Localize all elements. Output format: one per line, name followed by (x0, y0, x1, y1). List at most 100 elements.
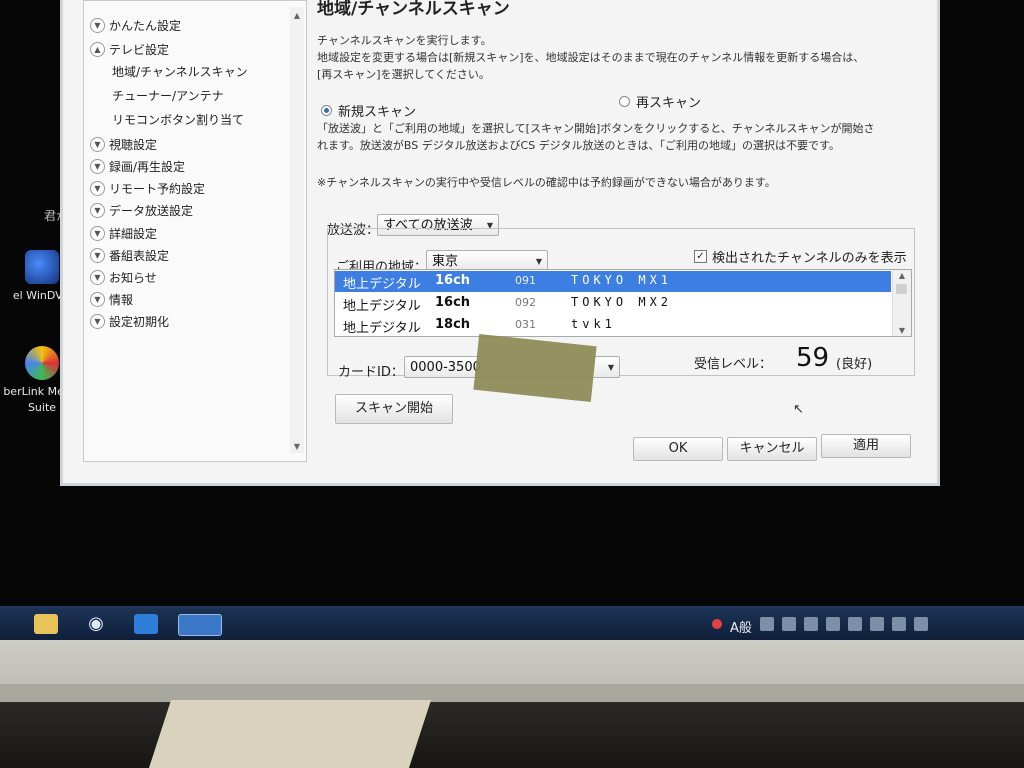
scan-group: ご利用の地域： 東京 ▼ ✓ 検出されたチャンネルのみを表示 地上デジタル 16… (327, 228, 915, 380)
reception-level-label: 受信レベル： (694, 357, 773, 372)
volume-icon[interactable] (869, 617, 884, 631)
chevron-down-icon: ▼ (90, 270, 105, 285)
sidebar-item-advanced[interactable]: ▼ 詳細設定 (90, 225, 157, 242)
sidebar-item-label: リモート予約設定 (109, 182, 206, 196)
taskbar: ◉ A般 (0, 606, 1024, 640)
network-icon[interactable] (847, 617, 862, 631)
channel-physical: 16ch (435, 295, 471, 310)
radio-label: 再スキャン (636, 96, 702, 111)
sidebar-item-remote-reservation[interactable]: ▼ リモート予約設定 (90, 180, 205, 197)
table-row[interactable]: 地上デジタル 16ch 091 TOKYO MX1 (335, 271, 891, 292)
sidebar-item-label: お知らせ (109, 271, 157, 285)
scroll-up-icon[interactable]: ▲ (893, 271, 911, 280)
sidebar-item-label: かんたん設定 (109, 19, 182, 33)
channel-physical: 18ch (435, 317, 471, 332)
tray-icon[interactable] (825, 617, 840, 631)
description-line: れます。放送波がBS デジタル放送およびCS デジタル放送のときは、「ご利用の地… (317, 139, 840, 152)
apply-button[interactable]: 適用 (821, 434, 911, 458)
media-suite-icon (25, 346, 59, 380)
chevron-down-icon: ▼ (90, 137, 105, 152)
chevron-down-icon: ▼ (90, 181, 105, 196)
sidebar-item-record-playback[interactable]: ▼ 録画/再生設定 (90, 158, 185, 175)
sidebar-item-notices[interactable]: ▼ お知らせ (90, 269, 157, 286)
taskbar-active-app-icon[interactable] (178, 614, 222, 636)
scroll-up-icon[interactable]: ▲ (290, 11, 304, 20)
region-select-value: 東京 (432, 254, 459, 269)
channel-type: 地上デジタル (343, 277, 421, 292)
chevron-down-icon: ▼ (90, 314, 105, 329)
channel-name: TOKYO MX2 (571, 295, 673, 309)
sidebar-item-viewing[interactable]: ▼ 視聴設定 (90, 136, 157, 153)
tray-icon[interactable] (759, 617, 774, 631)
sidebar-item-label: データ放送設定 (109, 204, 194, 218)
chevron-up-icon: ▲ (90, 42, 105, 57)
channel-list-scrollbar[interactable]: ▲ ▼ (892, 270, 911, 336)
tray-icon[interactable] (913, 617, 928, 631)
system-tray: A般 (712, 614, 928, 636)
cancel-button[interactable]: キャンセル (727, 437, 817, 461)
description-line: チャンネルスキャンを実行します。 (317, 34, 492, 47)
sidebar-subitem-channel-scan[interactable]: 地域/チャンネルスキャン (112, 63, 248, 80)
sidebar-scrollbar[interactable]: ▲ ▼ (290, 7, 304, 453)
radio-selected-icon (321, 105, 332, 116)
radio-rescan[interactable]: 再スキャン (619, 92, 701, 111)
monitor-frame (0, 640, 1024, 702)
channel-type: 地上デジタル (343, 321, 421, 336)
chevron-down-icon: ▼ (90, 248, 105, 263)
description-line: [再スキャン]を選択してください。 (317, 68, 490, 81)
taskbar-app-icon[interactable] (134, 614, 158, 634)
reception-level-status: (良好) (836, 357, 873, 372)
tray-icon[interactable] (803, 617, 818, 631)
channel-number: 091 (515, 274, 536, 287)
reception-level-value: 59 (796, 343, 830, 373)
chevron-down-icon: ▼ (90, 18, 105, 33)
ime-indicator[interactable]: A般 (730, 617, 752, 636)
folder-icon[interactable] (34, 614, 58, 634)
sidebar-subitem-remote-buttons[interactable]: リモコンボタン割り当て (112, 111, 244, 128)
chevron-down-icon: ▼ (90, 159, 105, 174)
sidebar-item-reset[interactable]: ▼ 設定初期化 (90, 313, 169, 330)
sidebar-item-tv-settings[interactable]: ▲ テレビ設定 (90, 41, 169, 58)
sidebar-item-easy-setup[interactable]: ▼ かんたん設定 (90, 17, 181, 34)
settings-window: ▼ かんたん設定 ▲ テレビ設定 地域/チャンネルスキャン チューナー/アンテナ リ… (60, 0, 940, 486)
description-broadcast: 「放送波」と「ご利用の地域」を選択して[スキャン開始]ボタンをクリックすると、チ… (317, 120, 927, 154)
eye-icon[interactable]: ◉ (84, 614, 108, 634)
table-row[interactable]: 地上デジタル 16ch 092 TOKYO MX2 (335, 293, 891, 314)
chevron-down-icon: ▼ (90, 203, 105, 218)
sidebar-item-data-broadcast[interactable]: ▼ データ放送設定 (90, 202, 193, 219)
channel-list: 地上デジタル 16ch 091 TOKYO MX1 地上デジタル 16ch 09… (334, 269, 912, 337)
description-scan: チャンネルスキャンを実行します。 地域設定を変更する場合は[新規スキャン]を、地… (317, 32, 927, 83)
scroll-down-icon[interactable]: ▼ (290, 442, 304, 451)
channel-number: 031 (515, 318, 536, 331)
help-icon[interactable] (781, 617, 796, 631)
ok-button[interactable]: OK (633, 437, 723, 461)
scroll-thumb[interactable] (896, 284, 907, 294)
scroll-down-icon[interactable]: ▼ (893, 326, 911, 335)
record-indicator-icon[interactable] (712, 619, 722, 629)
settings-sidebar: ▼ かんたん設定 ▲ テレビ設定 地域/チャンネルスキャン チューナー/アンテナ リ… (83, 0, 307, 462)
sidebar-item-label: 視聴設定 (109, 138, 158, 152)
sidebar-item-epg[interactable]: ▼ 番組表設定 (90, 247, 169, 264)
channel-name: tvk1 (571, 317, 616, 331)
radio-new-scan[interactable]: 新規スキャン (321, 101, 416, 120)
table-row[interactable]: 地上デジタル 18ch 031 tvk1 (335, 315, 891, 336)
sidebar-subitem-tuner-antenna[interactable]: チューナー/アンテナ (112, 87, 224, 104)
dropdown-arrow-icon: ▼ (607, 363, 614, 372)
page-title: 地域/チャンネルスキャン (317, 0, 510, 19)
sidebar-item-label: 録画/再生設定 (109, 160, 186, 174)
radio-label: 新規スキャン (338, 105, 417, 120)
sidebar-item-label: 情報 (109, 293, 134, 307)
tray-icon[interactable] (891, 617, 906, 631)
windvd-icon (25, 250, 59, 284)
scan-start-button[interactable]: スキャン開始 (335, 394, 453, 424)
sidebar-item-info[interactable]: ▼ 情報 (90, 291, 133, 308)
channel-scan-panel: 地域/チャンネルスキャン チャンネルスキャンを実行します。 地域設定を変更する場… (317, 0, 933, 480)
description-line: 地域設定を変更する場合は[新規スキャン]を、地域設定はそのままで現在のチャンネル… (317, 51, 865, 64)
show-detected-checkbox[interactable]: ✓ 検出されたチャンネルのみを表示 (694, 247, 907, 266)
checkbox-label: 検出されたチャンネルのみを表示 (712, 251, 907, 266)
paper-on-desk (148, 700, 432, 768)
mouse-cursor-icon: ↖ (793, 402, 804, 417)
sidebar-item-label: 設定初期化 (109, 315, 170, 329)
sidebar-item-label: テレビ設定 (109, 43, 170, 57)
chevron-down-icon: ▼ (90, 226, 105, 241)
